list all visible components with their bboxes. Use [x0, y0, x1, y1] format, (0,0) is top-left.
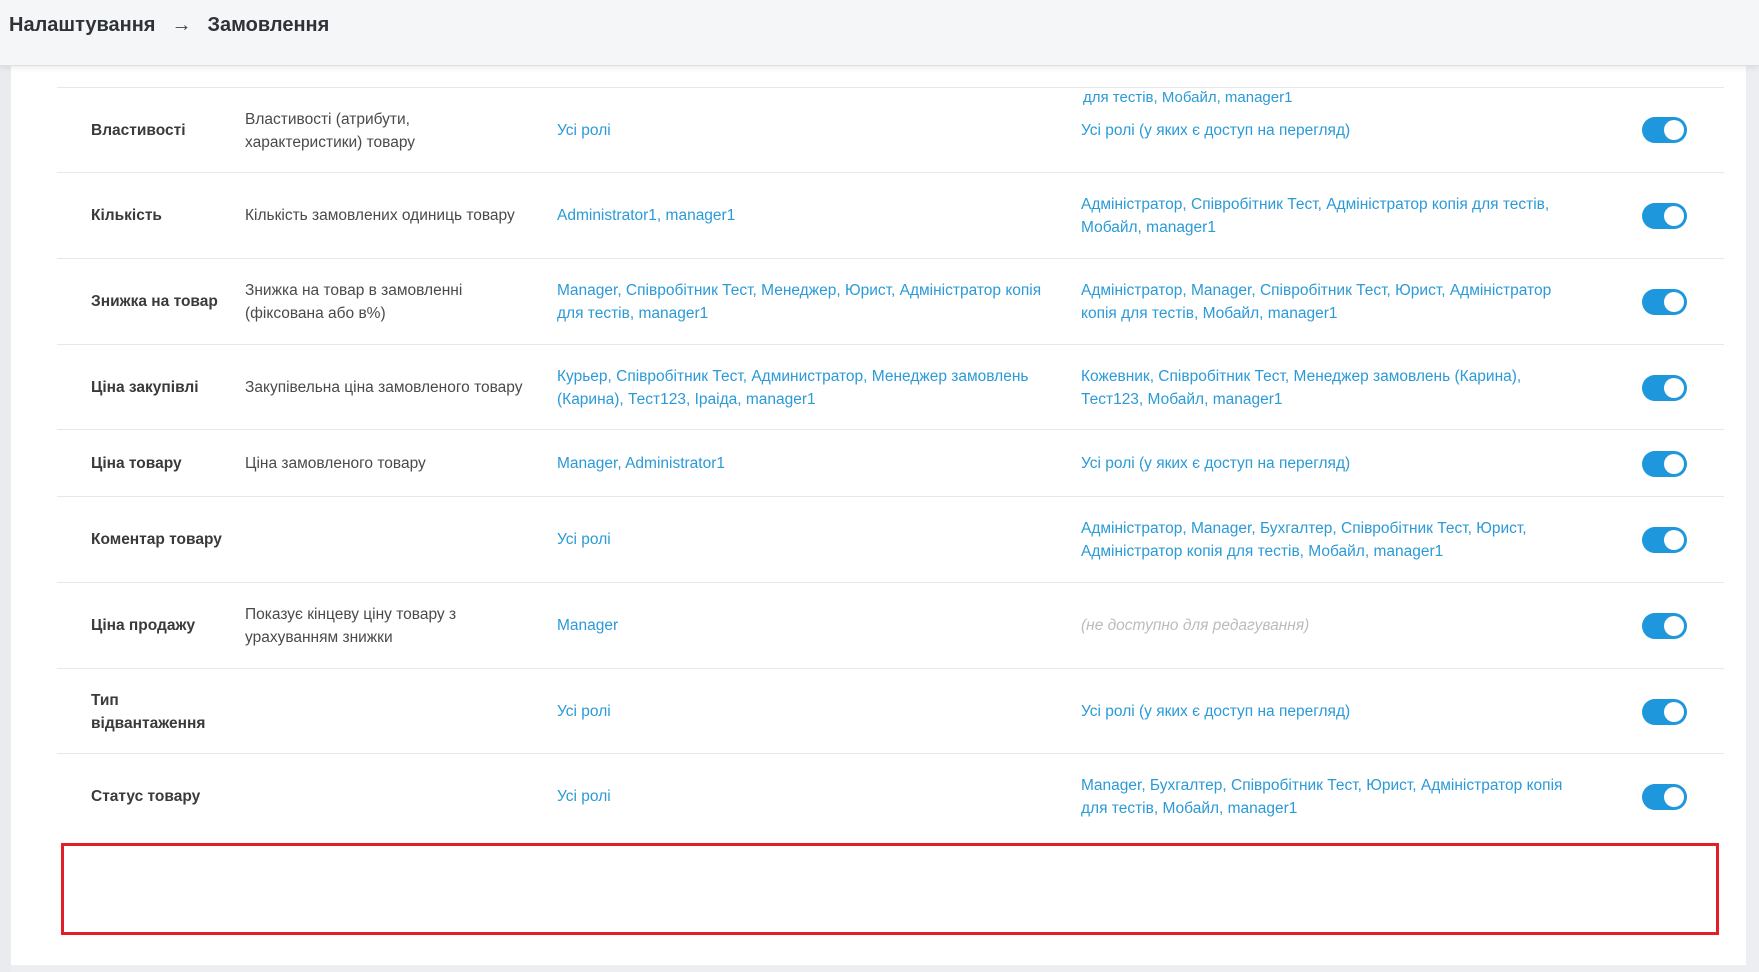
- breadcrumb-current: Замовлення: [207, 14, 330, 36]
- field-name: Статус товару: [91, 788, 201, 805]
- view-roles-link[interactable]: Адміністратор, Manager, Співробітник Тес…: [1081, 279, 1581, 325]
- view-roles-link[interactable]: Усі ролі (у яких є доступ на перегляд): [1081, 119, 1581, 142]
- field-description: Знижка на товар в замовленні (фіксована …: [245, 282, 463, 322]
- view-roles-link[interactable]: Усі ролі (у яких є доступ на перегляд): [1081, 452, 1581, 475]
- table-row: Ціна закупівлі Закупівельна ціна замовле…: [57, 344, 1724, 430]
- table-row: Тип відвантаження Усі ролі Усі ролі (у я…: [57, 668, 1724, 754]
- view-roles-link[interactable]: Адміністратор, Manager, Бухгалтер, Співр…: [1081, 517, 1581, 563]
- enable-toggle[interactable]: [1642, 203, 1687, 229]
- table-row: Знижка на товар Знижка на товар в замовл…: [57, 258, 1724, 345]
- toggle-knob: [1664, 454, 1684, 474]
- edit-roles-link[interactable]: Усі ролі: [557, 119, 1067, 142]
- view-roles-link[interactable]: Manager, Бухгалтер, Співробітник Тест, Ю…: [1081, 774, 1581, 820]
- edit-roles-link[interactable]: Manager, Співробітник Тест, Менеджер, Юр…: [557, 279, 1067, 325]
- field-name: Тип відвантаження: [91, 692, 206, 732]
- edit-roles-link[interactable]: Manager, Administrator1: [557, 452, 1067, 475]
- view-roles-unavailable: (не доступно для редагування): [1081, 617, 1310, 634]
- enable-toggle[interactable]: [1642, 451, 1687, 477]
- enable-toggle[interactable]: [1642, 613, 1687, 639]
- enable-toggle[interactable]: [1642, 784, 1687, 810]
- breadcrumb: Налаштування → Замовлення: [9, 14, 329, 37]
- page-header: Налаштування → Замовлення: [0, 0, 1759, 66]
- field-description: Властивості (атрибути, характеристики) т…: [245, 111, 416, 151]
- toggle-knob: [1664, 292, 1684, 312]
- toggle-knob: [1664, 206, 1684, 226]
- table-row: Коментар товару Усі ролі Адміністратор, …: [57, 496, 1724, 583]
- view-roles-link[interactable]: Адміністратор, Співробітник Тест, Адміні…: [1081, 193, 1581, 239]
- toggle-knob: [1664, 616, 1684, 636]
- breadcrumb-parent[interactable]: Налаштування: [9, 14, 155, 37]
- toggle-knob: [1664, 120, 1684, 140]
- table-row: Ціна товару Ціна замовленого товару Mana…: [57, 429, 1724, 497]
- view-roles-link[interactable]: Кожевник, Співробітник Тест, Менеджер за…: [1081, 365, 1581, 411]
- table-row: Кількість Кількість замовлених одиниць т…: [57, 172, 1724, 259]
- toggle-knob: [1664, 787, 1684, 807]
- arrow-right-icon: →: [171, 14, 192, 36]
- toggle-knob: [1664, 378, 1684, 398]
- field-name: Коментар товару: [91, 531, 222, 548]
- field-description: Кількість замовлених одиниць товару: [245, 207, 515, 224]
- enable-toggle[interactable]: [1642, 289, 1687, 315]
- field-name: Властивості: [91, 122, 186, 139]
- field-description: Закупівельна ціна замовленого товару: [245, 379, 523, 396]
- table-row: Властивості Властивості (атрибути, харак…: [57, 87, 1724, 173]
- view-roles-link[interactable]: Усі ролі (у яких є доступ на перегляд): [1081, 700, 1581, 723]
- table-row: Статус товару Усі ролі Manager, Бухгалте…: [57, 753, 1724, 844]
- settings-card: для тестів, Мобайл, manager1 Властивості…: [11, 40, 1746, 965]
- toggle-knob: [1664, 702, 1684, 722]
- field-name: Кількість: [91, 207, 162, 224]
- edit-roles-link[interactable]: Manager: [557, 614, 1067, 637]
- page-background-edge: [0, 40, 11, 972]
- field-name: Знижка на товар: [91, 293, 218, 310]
- edit-roles-link[interactable]: Administrator1, manager1: [557, 204, 1067, 227]
- field-name: Ціна закупівлі: [91, 379, 199, 396]
- field-description: Показує кінцеву ціну товару з урахування…: [245, 606, 457, 646]
- enable-toggle[interactable]: [1642, 375, 1687, 401]
- enable-toggle[interactable]: [1642, 699, 1687, 725]
- enable-toggle[interactable]: [1642, 117, 1687, 143]
- edit-roles-link[interactable]: Усі ролі: [557, 785, 1067, 808]
- edit-roles-link[interactable]: Усі ролі: [557, 700, 1067, 723]
- toggle-knob: [1664, 530, 1684, 550]
- edit-roles-link[interactable]: Курьер, Співробітник Тест, Администратор…: [557, 365, 1067, 411]
- field-name: Ціна товару: [91, 455, 182, 472]
- edit-roles-link[interactable]: Усі ролі: [557, 528, 1067, 551]
- field-description: Ціна замовленого товару: [245, 455, 426, 472]
- table-row: Ціна продажу Показує кінцеву ціну товару…: [57, 582, 1724, 669]
- field-name: Ціна продажу: [91, 617, 196, 634]
- enable-toggle[interactable]: [1642, 527, 1687, 553]
